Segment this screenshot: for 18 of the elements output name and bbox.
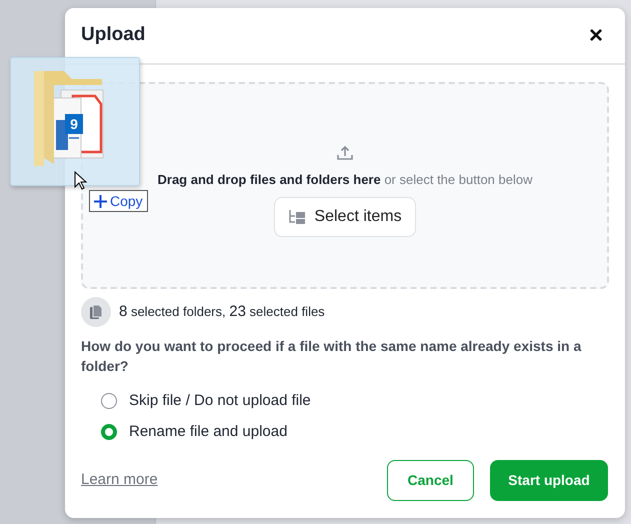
drop-instructions: Drag and drop files and folders here or select the button below bbox=[158, 170, 532, 189]
option-label[interactable]: Skip file / Do not upload file bbox=[129, 390, 311, 413]
folder-tree-icon bbox=[288, 209, 306, 226]
radio-button[interactable] bbox=[101, 393, 117, 410]
cursor-icon bbox=[74, 171, 88, 191]
select-items-button[interactable]: Select items bbox=[274, 197, 416, 238]
selection-summary: 8 selected folders, 23 selected files bbox=[119, 302, 325, 322]
close-button[interactable]: × bbox=[584, 24, 607, 48]
copy-label: Copy bbox=[110, 192, 143, 211]
plus-icon bbox=[94, 194, 107, 208]
conflict-question: How do you want to proceed if a file with the same name already exists in a folder? bbox=[81, 337, 582, 376]
dialog-title: Upload bbox=[81, 23, 146, 48]
option-label[interactable]: Rename file and upload bbox=[129, 420, 288, 444]
learn-more-link[interactable]: Learn more bbox=[81, 469, 158, 492]
file-count-badge: 9 bbox=[65, 114, 83, 134]
radio-button[interactable] bbox=[101, 424, 117, 440]
upload-icon bbox=[336, 144, 354, 162]
files-icon bbox=[81, 297, 111, 327]
